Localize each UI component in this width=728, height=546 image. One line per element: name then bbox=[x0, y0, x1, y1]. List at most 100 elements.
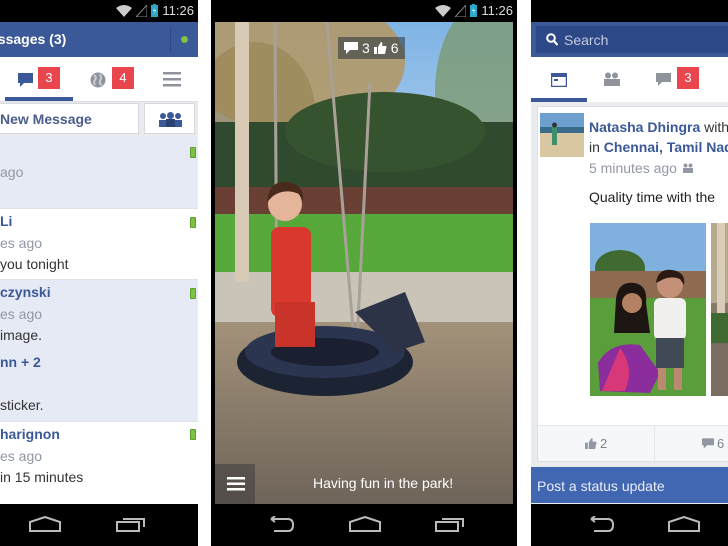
globe-icon bbox=[90, 72, 106, 88]
home-button[interactable] bbox=[668, 516, 700, 532]
like-count: 6 bbox=[390, 40, 399, 56]
wifi-icon bbox=[435, 4, 452, 17]
author-name-link[interactable]: Natasha Dhingra bbox=[589, 119, 700, 135]
header-divider bbox=[170, 26, 171, 53]
message-row[interactable]: ago bbox=[0, 137, 198, 209]
chat-bubble-icon bbox=[656, 73, 671, 86]
status-bar bbox=[531, 0, 728, 22]
mobile-icon bbox=[190, 288, 196, 299]
comment-icon bbox=[702, 438, 714, 449]
tab-notifications[interactable]: 4 bbox=[82, 57, 142, 102]
search-input[interactable]: Search bbox=[536, 26, 728, 53]
messages-badge: 3 bbox=[38, 67, 60, 89]
tab-friend-requests[interactable] bbox=[591, 57, 635, 102]
mobile-icon bbox=[190, 429, 196, 440]
message-sender: czynski bbox=[0, 284, 51, 300]
actions-divider bbox=[654, 426, 655, 461]
menu-icon bbox=[227, 477, 245, 491]
news-feed: Natasha Dhingra with in Chennai, Tamil N… bbox=[531, 102, 728, 504]
back-button[interactable] bbox=[264, 516, 294, 532]
friends-icon bbox=[604, 72, 620, 86]
wifi-icon bbox=[116, 4, 133, 17]
menu-icon bbox=[163, 72, 181, 87]
message-time: ago bbox=[0, 164, 24, 180]
author-avatar[interactable] bbox=[540, 113, 584, 157]
photo-menu-button[interactable] bbox=[215, 464, 255, 504]
with-text: with bbox=[700, 119, 728, 135]
story-meta: 5 minutes ago bbox=[589, 160, 694, 176]
status-bar: 11:26 bbox=[211, 0, 517, 22]
feed-header: Search bbox=[531, 22, 728, 57]
signal-icon bbox=[136, 4, 148, 17]
message-sender: harignon bbox=[0, 426, 60, 442]
story-photo[interactable] bbox=[590, 223, 706, 396]
messages-header: essages (3) bbox=[0, 22, 198, 57]
chat-bubble-icon bbox=[18, 73, 33, 87]
story-actions: 2 6 bbox=[538, 425, 728, 461]
comment-button[interactable]: 6 bbox=[702, 436, 724, 451]
signal-icon bbox=[455, 4, 467, 17]
tab-menu[interactable] bbox=[155, 57, 195, 102]
notifications-badge: 4 bbox=[112, 67, 134, 89]
tab-news-feed[interactable] bbox=[531, 57, 587, 102]
message-row[interactable]: Li es ago you tonight bbox=[0, 209, 198, 280]
like-button[interactable]: 2 bbox=[585, 436, 607, 451]
home-button[interactable] bbox=[349, 516, 381, 532]
active-tab-indicator bbox=[5, 97, 73, 101]
android-nav-bar bbox=[531, 504, 728, 546]
page-title: essages (3) bbox=[0, 31, 67, 47]
message-row[interactable]: harignon es ago in 15 minutes bbox=[0, 422, 198, 494]
message-time: es ago bbox=[0, 306, 43, 322]
new-message-label: New Message bbox=[0, 111, 92, 127]
back-button[interactable] bbox=[584, 516, 614, 532]
tab-bar: 3 bbox=[531, 57, 728, 102]
clock: 11:26 bbox=[162, 3, 194, 18]
search-icon bbox=[546, 33, 558, 46]
mobile-icon bbox=[190, 217, 196, 228]
status-bar: 11:26 bbox=[0, 0, 198, 22]
message-snippet: sticker. bbox=[0, 397, 44, 413]
message-snippet: you tonight bbox=[0, 256, 69, 272]
in-text: in bbox=[589, 139, 604, 155]
photo[interactable] bbox=[215, 22, 513, 504]
new-message-button[interactable]: New Message bbox=[0, 103, 139, 134]
tab-messages[interactable]: 3 bbox=[5, 57, 73, 102]
online-status-dot[interactable] bbox=[181, 36, 188, 43]
message-row[interactable]: czynski es ago image. bbox=[0, 280, 198, 351]
photo-caption: Having fun in the park! bbox=[313, 475, 454, 491]
battery-icon bbox=[470, 4, 478, 17]
post-status-label: Post a status update bbox=[537, 478, 665, 494]
location-link[interactable]: Chennai, Tamil Nad bbox=[604, 139, 728, 155]
friends-audience-icon bbox=[682, 163, 693, 173]
comment-count: 6 bbox=[717, 436, 725, 451]
feed-story: Natasha Dhingra with in Chennai, Tamil N… bbox=[537, 106, 728, 462]
like-icon bbox=[373, 42, 387, 54]
story-photo[interactable] bbox=[711, 223, 728, 396]
tab-messages[interactable]: 3 bbox=[646, 57, 706, 102]
photo-counts[interactable]: 3 6 bbox=[338, 37, 405, 59]
recent-apps-button[interactable] bbox=[116, 516, 146, 532]
message-list: ago Li es ago you tonight czynski es ago… bbox=[0, 137, 198, 504]
like-count: 2 bbox=[600, 436, 608, 451]
post-status-button[interactable]: Post a status update bbox=[531, 467, 728, 503]
photo-image bbox=[215, 22, 513, 504]
story-header-line1: Natasha Dhingra with bbox=[589, 119, 728, 135]
message-snippet: image. bbox=[0, 327, 43, 343]
android-nav-bar bbox=[0, 504, 198, 546]
recent-apps-button[interactable] bbox=[435, 516, 465, 532]
news-feed-icon bbox=[551, 73, 567, 87]
comment-icon bbox=[344, 42, 358, 54]
clock: 11:26 bbox=[481, 3, 513, 18]
message-row[interactable]: nn + 2 sticker. bbox=[0, 351, 198, 422]
home-button[interactable] bbox=[29, 516, 61, 532]
group-icon bbox=[159, 112, 182, 127]
feed-phone: Search 3 Natasha Dhingra with in Chennai… bbox=[531, 0, 728, 546]
battery-icon bbox=[151, 4, 159, 17]
photo-phone: 11:26 3 6 Having fun in the park! bbox=[211, 0, 517, 546]
new-group-button[interactable] bbox=[144, 103, 195, 134]
search-placeholder: Search bbox=[564, 32, 609, 48]
message-sender: Li bbox=[0, 213, 13, 229]
message-snippet: in 15 minutes bbox=[0, 469, 84, 485]
story-header-line2: in Chennai, Tamil Nad bbox=[589, 139, 728, 155]
message-time: es ago bbox=[0, 235, 43, 251]
